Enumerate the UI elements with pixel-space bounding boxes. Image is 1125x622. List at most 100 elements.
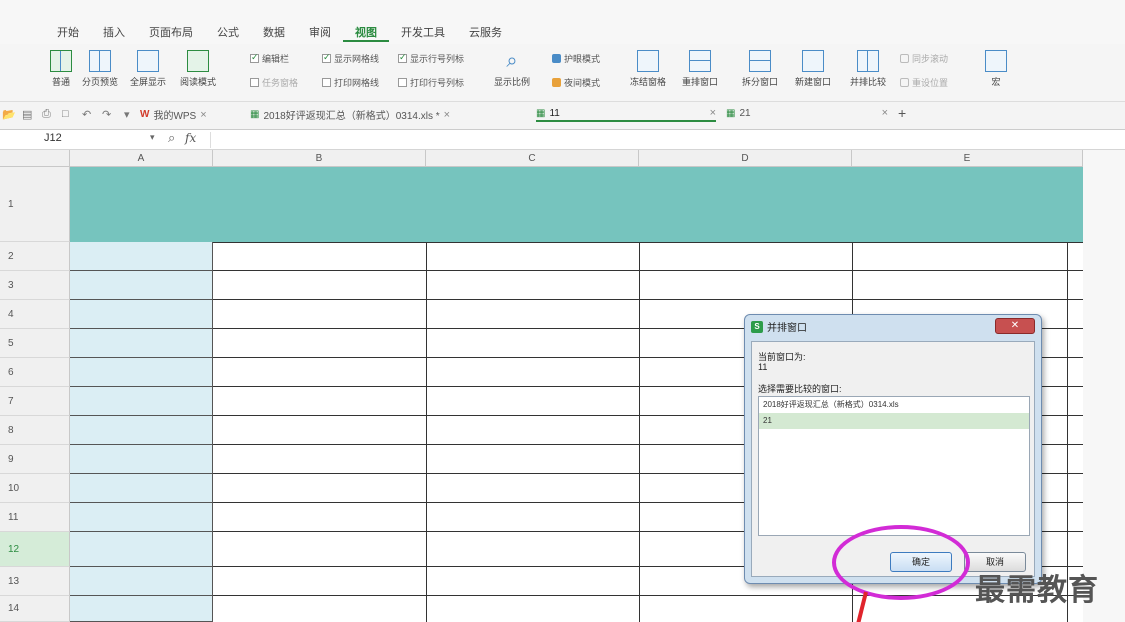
column-header-c[interactable]: C [426, 150, 639, 167]
cell-a6[interactable] [70, 358, 213, 387]
window-list[interactable]: 2018好评返现汇总（新格式）0314.xls 21 [758, 396, 1030, 536]
tab-insert[interactable]: 插入 [91, 20, 137, 42]
task-pane-checkbox[interactable]: 任务窗格 [250, 76, 298, 89]
cell-a13[interactable] [70, 567, 213, 596]
column-header-d[interactable]: D [639, 150, 852, 167]
normal-view-button[interactable]: 普通 [50, 50, 72, 88]
close-icon[interactable]: × [882, 107, 888, 119]
new-tab-button[interactable]: + [898, 105, 906, 121]
fx-icon[interactable]: fx [185, 131, 196, 145]
side-by-side-button[interactable]: 并排比较 [850, 50, 886, 88]
list-item-selected[interactable]: 21 [759, 413, 1029, 429]
normal-view-icon [50, 50, 72, 72]
row-header-6[interactable]: 6 [0, 358, 70, 387]
print-gridlines-checkbox[interactable]: 打印网格线 [322, 76, 379, 89]
cell-a7[interactable] [70, 387, 213, 416]
doc-tab-11[interactable]: ▦ 11 × [536, 107, 716, 122]
tab-view[interactable]: 视图 [343, 20, 389, 42]
column-header-b[interactable]: B [213, 150, 426, 167]
cell-a12[interactable] [70, 532, 213, 567]
save-icon[interactable]: ▤ [22, 108, 32, 121]
print-icon[interactable]: ⎙ [42, 108, 51, 121]
spreadsheet-icon: ▦ [536, 107, 546, 119]
tab-developer[interactable]: 开发工具 [389, 20, 457, 42]
cell-a3[interactable] [70, 271, 213, 300]
tab-data[interactable]: 数据 [251, 20, 297, 42]
night-mode-button[interactable]: 夜间模式 [552, 76, 600, 89]
tab-cloud[interactable]: 云服务 [457, 20, 514, 42]
freeze-panes-button[interactable]: 冻结窗格 [630, 50, 666, 88]
show-gridlines-checkbox[interactable]: 显示网格线 [322, 52, 379, 65]
close-icon[interactable]: × [710, 107, 716, 119]
row-header-1[interactable]: 1 [0, 167, 70, 242]
list-item[interactable]: 2018好评返现汇总（新格式）0314.xls [759, 397, 1029, 413]
zoom-button[interactable]: ⌕ 显示比例 [494, 50, 530, 88]
close-icon[interactable]: × [444, 109, 450, 121]
row-header-8[interactable]: 8 [0, 416, 70, 445]
doc-tab-2018-summary[interactable]: ▦ 2018好评返现汇总（新格式）0314.xls * × [250, 107, 450, 123]
column-header-e[interactable]: E [852, 150, 1083, 167]
reading-mode-button[interactable]: 阅读模式 [180, 50, 216, 88]
formula-input[interactable] [210, 132, 1080, 148]
row-header-14[interactable]: 14 [0, 596, 70, 622]
tab-review[interactable]: 审阅 [297, 20, 343, 42]
cell-a11[interactable] [70, 503, 213, 532]
close-icon[interactable]: × [200, 109, 206, 121]
tab-page-layout[interactable]: 页面布局 [137, 20, 205, 42]
macro-icon [985, 50, 1007, 72]
doc-tab-my-wps[interactable]: W 我的WPS × [140, 107, 207, 123]
new-window-button[interactable]: 新建窗口 [795, 50, 831, 88]
row-header-12[interactable]: 12 [0, 532, 70, 567]
reset-position-button[interactable]: 重设位置 [900, 76, 948, 89]
redo-icon[interactable]: ↷ [102, 108, 111, 121]
row-header-7[interactable]: 7 [0, 387, 70, 416]
formula-bar: J12 ▾ ⌕ fx [0, 130, 1125, 150]
name-box[interactable]: J12 [44, 132, 144, 148]
name-box-dropdown-icon[interactable]: ▾ [150, 132, 155, 143]
print-headings-checkbox[interactable]: 打印行号列标 [398, 76, 464, 89]
row-header-5[interactable]: 5 [0, 329, 70, 358]
page-break-icon [89, 50, 111, 72]
print-preview-icon[interactable]: □ [62, 108, 69, 120]
checkbox-unchecked-icon [398, 78, 407, 87]
full-screen-button[interactable]: 全屏显示 [130, 50, 166, 88]
row-header-4[interactable]: 4 [0, 300, 70, 329]
cell-a10[interactable] [70, 474, 213, 503]
row-header-3[interactable]: 3 [0, 271, 70, 300]
sync-scroll-button[interactable]: 同步滚动 [900, 52, 948, 65]
row-header-10[interactable]: 10 [0, 474, 70, 503]
show-headings-checkbox[interactable]: 显示行号列标 [398, 52, 464, 65]
right-pane [1083, 150, 1125, 622]
search-icon[interactable]: ⌕ [168, 130, 175, 146]
edit-bar-checkbox[interactable]: 编辑栏 [250, 52, 289, 65]
close-button[interactable]: ✕ [995, 318, 1035, 334]
folder-icon[interactable]: 📂 [2, 108, 16, 121]
column-header-a[interactable]: A [70, 150, 213, 167]
row-header-2[interactable]: 2 [0, 242, 70, 271]
rearrange-windows-button[interactable]: 重排窗口 [682, 50, 718, 88]
wps-spreadsheet-logo-icon: S [751, 320, 763, 333]
eye-protection-button[interactable]: 护眼模式 [552, 52, 600, 65]
doc-tab-21[interactable]: ▦ 21 × [726, 107, 888, 119]
merged-header-cell[interactable] [70, 167, 1083, 242]
cell-a5[interactable] [70, 329, 213, 358]
row-header-13[interactable]: 13 [0, 567, 70, 596]
dropdown-chevron-icon[interactable]: ▾ [124, 108, 130, 121]
cell-a8[interactable] [70, 416, 213, 445]
night-mode-icon [552, 78, 561, 87]
tab-formulas[interactable]: 公式 [205, 20, 251, 42]
page-break-preview-button[interactable]: 分页预览 [82, 50, 118, 88]
dialog-title-bar: S 并排窗口 [751, 319, 807, 334]
split-window-icon [749, 50, 771, 72]
cell-a4[interactable] [70, 300, 213, 329]
tab-home[interactable]: 开始 [45, 20, 91, 42]
macro-button[interactable]: 宏 [985, 50, 1007, 88]
cell-a2[interactable] [70, 242, 213, 271]
cell-a14[interactable] [70, 596, 213, 622]
select-all-corner[interactable] [0, 150, 70, 167]
row-header-9[interactable]: 9 [0, 445, 70, 474]
cell-a9[interactable] [70, 445, 213, 474]
row-header-11[interactable]: 11 [0, 503, 70, 532]
split-window-button[interactable]: 拆分窗口 [742, 50, 778, 88]
undo-icon[interactable]: ↶ [82, 108, 91, 121]
